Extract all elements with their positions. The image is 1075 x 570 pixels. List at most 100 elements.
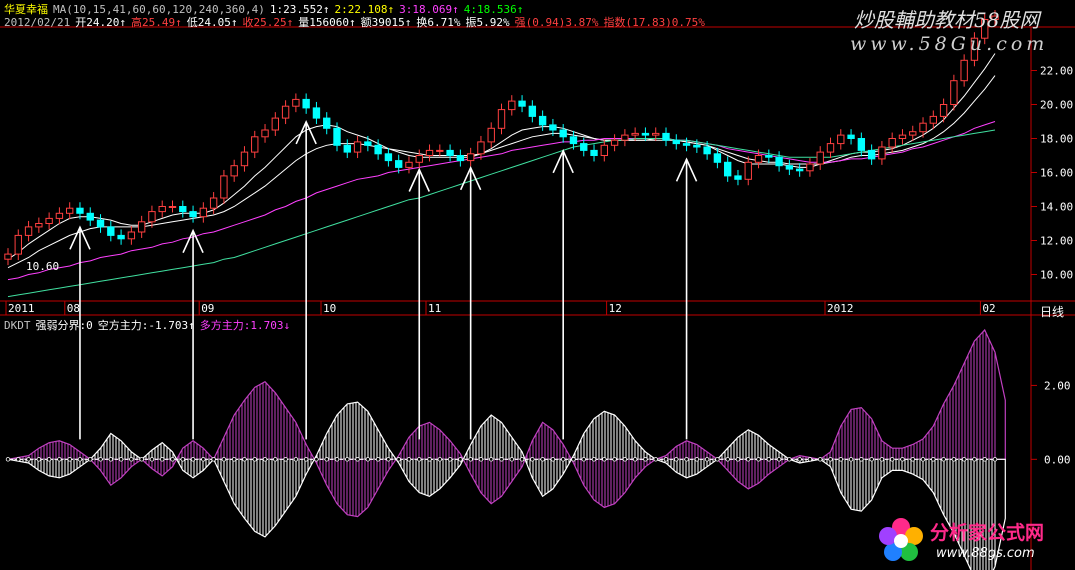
zero-marker	[221, 457, 227, 462]
zero-marker	[489, 457, 494, 462]
zero-marker	[36, 457, 42, 462]
quote-bar: 2012/02/21 开24.20↑ 高25.49↑ 低24.05↑ 收25.25↑ 量1…	[4, 14, 710, 30]
zero-marker	[910, 457, 915, 462]
zero-marker	[170, 457, 175, 462]
candle-body	[580, 143, 588, 151]
period-label: 日线	[1040, 305, 1065, 319]
zero-marker	[725, 457, 730, 462]
bull-force-line	[7, 328, 1006, 518]
zero-marker	[704, 457, 710, 462]
zero-marker	[889, 457, 895, 462]
quote-date: 2012/02/21	[4, 16, 71, 29]
zero-marker	[273, 457, 278, 462]
zero-marker	[972, 457, 977, 462]
zero-marker	[262, 457, 268, 462]
zero-marker	[776, 457, 782, 462]
zero-marker	[612, 457, 617, 462]
stock-chart: 10.00 12.00 14.00 16.00 18.00 20.00 22.00 2011…	[0, 10, 1075, 570]
candle-body	[333, 127, 341, 146]
candle-body	[693, 144, 701, 148]
zero-marker	[519, 457, 525, 462]
zero-marker	[900, 457, 905, 462]
zero-marker	[530, 457, 535, 462]
candle-body	[179, 206, 187, 213]
candle-body	[806, 163, 814, 172]
candle-body	[621, 134, 629, 141]
candle-body	[261, 129, 269, 138]
quote-strength: 强(0.94)3.87%	[514, 16, 599, 29]
candle-body	[785, 165, 794, 170]
candle-body	[240, 151, 249, 167]
zero-marker	[468, 457, 473, 462]
quote-turnover: 换6.71%	[416, 16, 461, 29]
candle-body	[960, 59, 968, 82]
candle-body	[405, 161, 413, 168]
candle-body	[4, 253, 12, 260]
quote-volume: 量156060↑	[298, 16, 356, 29]
candle-body	[888, 138, 896, 148]
indicator-tick-label: 0.00	[1044, 453, 1071, 466]
candle-body	[909, 131, 917, 136]
zero-marker	[334, 457, 340, 462]
ma-line-4	[7, 129, 996, 298]
low-price-label: 10.60	[26, 260, 60, 273]
candle-body	[384, 153, 393, 162]
zero-marker	[190, 457, 196, 462]
zero-marker	[560, 457, 566, 462]
price-tick-label: 18.00	[1040, 133, 1073, 146]
zero-marker	[735, 457, 741, 462]
zero-marker	[283, 457, 288, 462]
candle-body	[86, 212, 94, 221]
zero-marker	[869, 457, 874, 462]
candle-body	[837, 134, 845, 145]
candle-body	[425, 149, 434, 156]
zero-marker	[931, 457, 936, 462]
candle-body	[734, 175, 742, 180]
zero-marker	[46, 457, 52, 462]
zero-marker	[632, 457, 638, 462]
candle-body	[744, 161, 752, 180]
price-tick-label: 14.00	[1040, 201, 1073, 214]
candle-body	[672, 139, 680, 145]
watermark-top-url: www.58Gu.com	[850, 33, 1049, 55]
zero-marker	[293, 457, 299, 462]
zero-marker	[961, 457, 967, 462]
candle-body	[487, 127, 495, 143]
zero-marker	[417, 457, 422, 462]
zero-marker	[982, 457, 987, 462]
candle-body	[292, 98, 300, 107]
quote-close: 收25.25↑	[242, 16, 294, 29]
candle-body	[641, 132, 650, 136]
zero-marker	[920, 457, 926, 462]
zero-marker	[591, 457, 597, 462]
zero-marker	[653, 457, 658, 462]
watermark-top-text: 炒股輔助教材58股网	[854, 8, 1040, 32]
quote-index: 指数(17.83)0.75%	[603, 16, 705, 29]
candle-body	[652, 132, 660, 136]
zero-marker	[16, 457, 21, 462]
candle-body	[826, 143, 835, 153]
zero-marker	[797, 457, 802, 462]
candle-body	[559, 129, 567, 138]
candle-body	[168, 206, 177, 208]
zero-marker	[365, 457, 371, 462]
dkdt-indicator	[5, 328, 1006, 570]
candle-body	[847, 134, 855, 140]
candle-body	[600, 144, 608, 157]
watermark-bottom-url: www.88gs.com	[936, 546, 1035, 561]
quote-amount: 额39015↑	[360, 16, 412, 29]
date-tick-label: 2012	[827, 302, 854, 315]
zero-marker	[951, 457, 957, 462]
candle-body	[795, 168, 804, 172]
candle-body	[281, 105, 290, 119]
zero-marker	[26, 457, 31, 462]
zero-marker	[98, 457, 103, 462]
candle-body	[24, 226, 33, 236]
zero-marker	[807, 457, 813, 462]
candle-body	[446, 149, 454, 156]
zero-marker	[581, 457, 586, 462]
zero-marker	[859, 457, 864, 462]
zero-marker	[715, 457, 720, 462]
date-tick-label: 02	[982, 302, 995, 315]
candle-body	[456, 155, 465, 162]
